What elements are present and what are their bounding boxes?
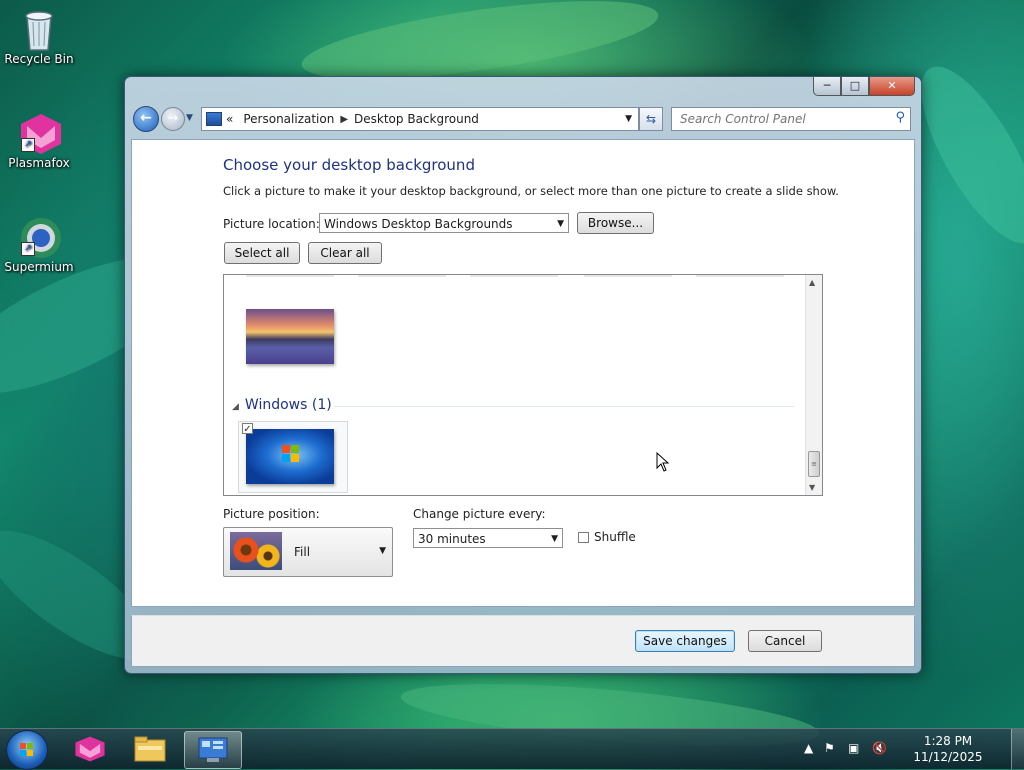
instructions-text: Click a picture to make it your desktop … bbox=[223, 184, 839, 198]
supermium-icon: ↗ bbox=[19, 216, 61, 258]
taskbar-plasmafox-button[interactable] bbox=[62, 731, 118, 767]
change-picture-value: 30 minutes bbox=[418, 532, 486, 546]
group-title: Windows (1) bbox=[244, 397, 332, 413]
picture-location-label: Picture location: bbox=[223, 217, 320, 231]
picture-gallery[interactable]: ◢ Windows (1) ✓ ▲ ≡ ▼ bbox=[223, 274, 823, 496]
group-header-windows[interactable]: ◢ Windows (1) bbox=[232, 397, 332, 413]
thumbnail-checkbox[interactable]: ✓ bbox=[242, 423, 253, 435]
show-hidden-icons-icon[interactable]: ▲ bbox=[804, 741, 813, 755]
shuffle-checkbox[interactable] bbox=[578, 532, 589, 543]
desktop-icon-supermium[interactable]: ↗ Supermium bbox=[1, 216, 77, 274]
shortcut-arrow-icon: ↗ bbox=[21, 242, 35, 256]
thumbnail-edge bbox=[696, 275, 784, 277]
taskbar-explorer-button[interactable] bbox=[122, 731, 178, 767]
scroll-up-icon[interactable]: ▲ bbox=[809, 278, 815, 287]
back-arrow-icon: ← bbox=[140, 110, 152, 126]
picture-location-value: Windows Desktop Backgrounds bbox=[324, 217, 513, 231]
collapse-triangle-icon[interactable]: ◢ bbox=[232, 402, 239, 412]
thumbnail-edge bbox=[584, 275, 672, 277]
breadcrumb-prefix[interactable]: « bbox=[226, 112, 233, 126]
control-panel-window: ─ □ ✕ ← → ▼ « Personalization ▶ Desktop … bbox=[124, 76, 922, 674]
chevron-down-icon: ▼ bbox=[557, 219, 564, 229]
button-bar: Save changes Cancel bbox=[131, 615, 915, 667]
page-title: Choose your desktop background bbox=[223, 156, 475, 174]
breadcrumb-separator-icon[interactable]: ▶ bbox=[340, 114, 348, 125]
control-panel-icon bbox=[198, 737, 228, 762]
content-pane: Choose your desktop background Click a p… bbox=[131, 139, 915, 607]
change-picture-select[interactable]: 30 minutes ▼ bbox=[413, 528, 563, 548]
search-box[interactable]: ⚲ bbox=[671, 107, 911, 131]
windows-logo-icon bbox=[282, 445, 300, 463]
network-icon[interactable]: ▣ bbox=[848, 741, 859, 755]
wallpaper-thumbnail-lake[interactable] bbox=[246, 309, 334, 364]
search-input[interactable] bbox=[678, 108, 882, 130]
desktop-icon-recycle-bin[interactable]: Recycle Bin bbox=[1, 8, 77, 66]
breadcrumb-desktop-background[interactable]: Desktop Background bbox=[354, 112, 479, 126]
back-button[interactable]: ← bbox=[133, 106, 159, 132]
minimize-button[interactable]: ─ bbox=[813, 77, 841, 96]
clear-all-button[interactable]: Clear all bbox=[308, 242, 382, 264]
recycle-bin-icon bbox=[19, 8, 59, 51]
forward-arrow-icon: → bbox=[167, 111, 179, 126]
gallery-scrollbar[interactable]: ▲ ≡ ▼ bbox=[805, 275, 822, 495]
picture-position-label: Picture position: bbox=[223, 507, 320, 521]
browse-button[interactable]: Browse... bbox=[577, 212, 654, 234]
maximize-button[interactable]: □ bbox=[841, 77, 869, 96]
desktop-icon-plasmafox[interactable]: ↗ Plasmafox bbox=[1, 112, 77, 170]
chevron-down-icon: ▼ bbox=[379, 546, 386, 556]
windows-logo-icon bbox=[20, 743, 34, 757]
change-picture-label: Change picture every: bbox=[413, 507, 546, 521]
thumbnail-edge bbox=[358, 275, 446, 277]
select-all-button[interactable]: Select all bbox=[224, 242, 300, 264]
system-tray: ▲ ⚑ ▣ 🔇 1:28 PM 11/12/2025 bbox=[804, 729, 984, 769]
desktop-icon-label: Plasmafox bbox=[8, 156, 70, 170]
start-button[interactable] bbox=[6, 730, 48, 770]
chevron-down-icon: ▼ bbox=[551, 534, 558, 544]
taskbar: ▲ ⚑ ▣ 🔇 1:28 PM 11/12/2025 bbox=[0, 728, 1024, 770]
picture-position-select[interactable]: Fill ▼ bbox=[223, 527, 393, 577]
cancel-button[interactable]: Cancel bbox=[748, 630, 822, 652]
mouse-cursor-icon bbox=[656, 452, 670, 472]
thumbnail-edge bbox=[470, 275, 558, 277]
address-dropdown-icon[interactable]: ▼ bbox=[625, 114, 632, 124]
save-changes-button[interactable]: Save changes bbox=[635, 630, 735, 652]
navigation-bar: ← → ▼ « Personalization ▶ Desktop Backgr… bbox=[131, 105, 915, 133]
thumbnail-edge bbox=[246, 275, 334, 277]
folder-icon bbox=[134, 736, 166, 762]
scroll-thumb[interactable]: ≡ bbox=[808, 451, 820, 477]
taskbar-control-panel-button[interactable] bbox=[184, 731, 242, 769]
address-bar[interactable]: « Personalization ▶ Desktop Background ▼ bbox=[201, 107, 639, 131]
plasmafox-icon: ↗ bbox=[19, 112, 61, 154]
wallpaper-thumbnail-windows[interactable] bbox=[246, 429, 334, 484]
shortcut-arrow-icon: ↗ bbox=[21, 138, 35, 152]
show-desktop-button[interactable] bbox=[1011, 729, 1024, 769]
search-icon[interactable]: ⚲ bbox=[895, 110, 905, 125]
clock[interactable]: 1:28 PM 11/12/2025 bbox=[912, 733, 984, 765]
recent-pages-dropdown[interactable]: ▼ bbox=[186, 113, 193, 123]
forward-button[interactable]: → bbox=[161, 107, 185, 131]
clock-time: 1:28 PM bbox=[923, 734, 973, 748]
caption-buttons: ─ □ ✕ bbox=[813, 77, 915, 96]
picture-position-value: Fill bbox=[294, 545, 311, 559]
refresh-button[interactable]: ⇆ bbox=[639, 107, 663, 131]
volume-muted-icon[interactable]: 🔇 bbox=[872, 741, 887, 755]
shuffle-label[interactable]: Shuffle bbox=[594, 530, 636, 544]
action-center-flag-icon[interactable]: ⚑ bbox=[824, 741, 835, 755]
plasmafox-icon bbox=[75, 736, 105, 762]
position-preview-image bbox=[230, 532, 282, 570]
scroll-down-icon[interactable]: ▼ bbox=[809, 483, 815, 492]
picture-location-select[interactable]: Windows Desktop Backgrounds ▼ bbox=[319, 213, 569, 233]
desktop-icon-label: Recycle Bin bbox=[4, 52, 74, 66]
clock-date: 11/12/2025 bbox=[913, 750, 983, 764]
desktop-icon-label: Supermium bbox=[4, 260, 74, 274]
control-panel-icon bbox=[206, 112, 222, 126]
close-button[interactable]: ✕ bbox=[869, 77, 915, 96]
group-divider bbox=[334, 406, 794, 407]
breadcrumb-personalization[interactable]: Personalization bbox=[243, 112, 334, 126]
